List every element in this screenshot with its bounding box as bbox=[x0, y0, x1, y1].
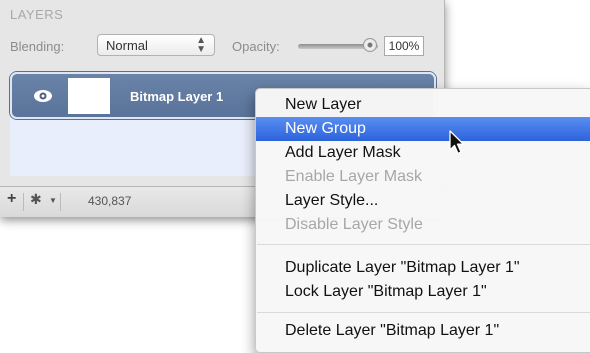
menu-item-layer-style[interactable]: Layer Style... bbox=[256, 189, 590, 213]
divider bbox=[23, 193, 24, 211]
menu-item-new-layer[interactable]: New Layer bbox=[256, 93, 590, 117]
eye-icon[interactable] bbox=[32, 86, 54, 106]
panel-title: LAYERS bbox=[10, 7, 64, 22]
menu-item-duplicate-layer[interactable]: Duplicate Layer "Bitmap Layer 1" bbox=[256, 256, 590, 280]
blending-select[interactable]: Normal ▲ ▼ bbox=[97, 34, 215, 56]
blending-label: Blending: bbox=[10, 39, 65, 54]
divider bbox=[60, 193, 61, 211]
menu-item-disable-layer-style[interactable]: Disable Layer Style bbox=[256, 213, 590, 237]
menu-separator bbox=[257, 244, 590, 245]
opacity-label: Opacity: bbox=[232, 39, 280, 54]
layer-name: Bitmap Layer 1 bbox=[130, 89, 224, 104]
menu-item-delete-layer[interactable]: Delete Layer "Bitmap Layer 1" bbox=[256, 319, 590, 343]
layer-count: 430,837 bbox=[88, 194, 132, 208]
menu-separator bbox=[257, 312, 590, 313]
cursor-arrow-icon bbox=[448, 130, 466, 156]
menu-item-enable-layer-mask[interactable]: Enable Layer Mask bbox=[256, 165, 590, 189]
opacity-field[interactable]: 100% bbox=[384, 36, 424, 56]
select-arrows-icon: ▲ ▼ bbox=[196, 35, 206, 55]
gear-icon[interactable]: ✱ bbox=[30, 191, 42, 208]
menu-item-lock-layer[interactable]: Lock Layer "Bitmap Layer 1" bbox=[256, 280, 590, 304]
layer-thumbnail bbox=[68, 78, 110, 114]
add-layer-icon[interactable]: + bbox=[7, 190, 16, 208]
menu-item-add-layer-mask[interactable]: Add Layer Mask bbox=[256, 141, 590, 165]
blending-value: Normal bbox=[106, 38, 148, 53]
chevron-down-icon: ▼ bbox=[49, 196, 57, 205]
menu-item-new-group[interactable]: New Group bbox=[256, 117, 590, 141]
opacity-slider-knob[interactable] bbox=[363, 38, 377, 52]
context-menu: New Layer New Group Add Layer Mask Enabl… bbox=[255, 88, 590, 353]
